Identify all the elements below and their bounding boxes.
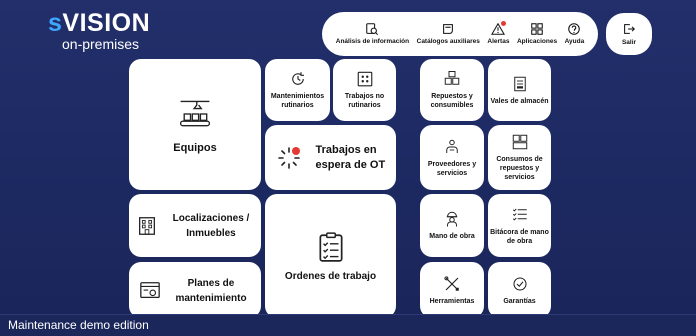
- tile-planes-label: Planes de mantenimiento: [175, 278, 247, 304]
- checklist-icon: [512, 208, 527, 221]
- tile-equipos-label: Equipos: [173, 141, 217, 154]
- tile-trabajos-espera[interactable]: Trabajos en espera de OT: [265, 125, 396, 190]
- routine-icon: [291, 72, 304, 85]
- non-routine-icon: [357, 71, 372, 87]
- tile-consumos-label: Consumos de repuestos y servicios: [496, 156, 543, 181]
- tile-repuestos[interactable]: Repuestos y consumibles: [420, 59, 484, 121]
- tile-bitacora-label: Bitácora de mano de obra: [490, 228, 549, 245]
- alert-badge: [501, 21, 507, 26]
- tile-consumos[interactable]: Consumos de repuestos y servicios: [488, 125, 551, 190]
- tile-garantias-label: Garantías: [503, 297, 536, 305]
- brand-name: sVISION: [48, 10, 150, 36]
- tile-garantias[interactable]: Garantías: [488, 262, 551, 318]
- warehouse-voucher-icon: [513, 76, 526, 91]
- top-toolbar: Análisis de información Catálogos auxili…: [322, 12, 598, 56]
- tile-herramientas[interactable]: Herramientas: [420, 262, 484, 318]
- tile-herramientas-label: Herramientas: [429, 297, 475, 305]
- toolbar-ayuda-label: Ayuda: [564, 38, 585, 45]
- catalog-icon: [443, 24, 454, 34]
- toolbar-alertas[interactable]: Alertas: [487, 21, 510, 46]
- tile-planes[interactable]: Planes de mantenimiento: [129, 262, 261, 318]
- toolbar-alertas-label: Alertas: [487, 38, 510, 45]
- brand-rest: VISION: [62, 9, 151, 37]
- tile-equipos[interactable]: Equipos: [129, 59, 261, 190]
- tile-localizaciones[interactable]: Localizaciones / Inmuebles: [129, 194, 261, 257]
- tile-localizaciones-label: Localizaciones / Inmuebles: [172, 212, 250, 239]
- tile-vales-label: Vales de almacén: [490, 97, 549, 105]
- tile-mano-obra[interactable]: Mano de obra: [420, 194, 484, 257]
- logout-icon: [624, 24, 635, 34]
- exit-label: Salir: [621, 39, 637, 46]
- brand-s: s: [48, 9, 63, 37]
- toolbar-aplicaciones-label: Aplicaciones: [516, 38, 558, 45]
- clipboard-icon: [318, 231, 343, 262]
- app-logo: sVISION on-premises: [48, 10, 150, 52]
- tile-mantenimientos[interactable]: Mantenimientos rutinarios: [265, 59, 330, 121]
- tile-proveedores[interactable]: Proveedores y servicios: [420, 125, 484, 190]
- analysis-icon: [366, 23, 379, 36]
- maintenance-plan-icon: [140, 282, 160, 299]
- consumption-icon: [512, 134, 527, 150]
- waiting-icon-wrap: [276, 145, 302, 171]
- tile-espera-label: Trabajos en espera de OT: [315, 143, 386, 171]
- tile-proveedores-label: Proveedores y servicios: [427, 160, 477, 177]
- tile-vales[interactable]: Vales de almacén: [488, 59, 551, 121]
- supplier-icon: [446, 139, 458, 153]
- toolbar-analisis[interactable]: Análisis de información: [336, 22, 409, 46]
- worker-icon: [446, 211, 458, 227]
- tile-mantenimientos-label: Mantenimientos rutinarios: [270, 93, 325, 109]
- brand-subtitle: on-premises: [62, 36, 140, 52]
- toolbar-ayuda[interactable]: Ayuda: [564, 22, 585, 46]
- help-icon: [568, 23, 581, 35]
- apps-icon: [531, 23, 543, 35]
- alert-icon-wrap: [491, 21, 507, 36]
- tile-mano-obra-label: Mano de obra: [429, 233, 475, 240]
- toolbar-analisis-label: Análisis de información: [335, 38, 410, 45]
- warranty-icon: [512, 276, 527, 291]
- tile-bitacora[interactable]: Bitácora de mano de obra: [488, 194, 551, 257]
- toolbar-aplicaciones[interactable]: Aplicaciones: [517, 22, 557, 46]
- boxes-icon: [444, 71, 460, 85]
- tile-trabajos-no-label: Trabajos no rutinarios: [344, 93, 385, 109]
- tools-icon: [444, 275, 459, 291]
- tile-repuestos-label: Repuestos y consumibles: [430, 93, 474, 109]
- exit-button[interactable]: Salir: [606, 13, 652, 55]
- loading-icon: [277, 146, 300, 169]
- tile-ordenes[interactable]: Ordenes de trabajo: [265, 194, 396, 318]
- toolbar-catalogos-label: Catálogos auxiliares: [416, 38, 480, 45]
- toolbar-catalogos[interactable]: Catálogos auxiliares: [417, 22, 480, 46]
- building-icon: [139, 216, 155, 235]
- footer-banner: Maintenance demo edition: [0, 314, 696, 336]
- tile-ordenes-label: Ordenes de trabajo: [284, 270, 377, 282]
- tile-trabajos-no-rutinarios[interactable]: Trabajos no rutinarios: [333, 59, 396, 121]
- equipment-icon: [179, 100, 211, 126]
